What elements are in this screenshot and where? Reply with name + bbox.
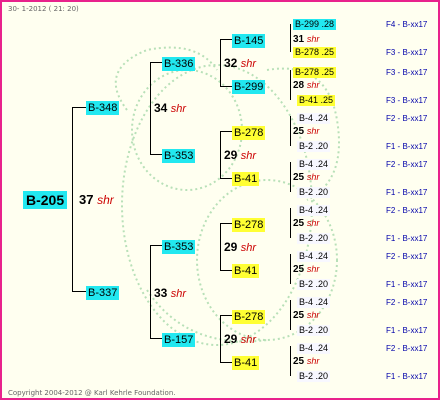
queen-gen3[interactable]: B-278 — [232, 218, 266, 232]
queen-gen4[interactable]: B-2 .20 — [297, 279, 331, 290]
connector — [150, 338, 162, 339]
connector — [290, 70, 291, 100]
connector — [220, 270, 232, 271]
connector — [72, 107, 86, 108]
queen-gen4[interactable]: B-278 .25 — [293, 47, 337, 58]
gen2-score: 29 shr — [224, 332, 256, 346]
queen-gen4[interactable]: B-4 .24 — [297, 159, 331, 170]
queen-root[interactable]: B-205 — [23, 191, 68, 209]
generation-code: F2 - B-xx17 — [386, 160, 428, 169]
connector — [72, 291, 86, 292]
queen-gen2[interactable]: B-336 — [162, 57, 196, 71]
connector — [220, 39, 232, 40]
gen3-score: 31 shr — [293, 34, 320, 45]
gen2-score: 29 shr — [224, 148, 256, 162]
queen-gen3[interactable]: B-41 — [232, 264, 260, 278]
queen-gen3[interactable]: B-299 — [232, 80, 266, 94]
queen-gen4[interactable]: B-2 .20 — [297, 233, 331, 244]
gen1-bottom-score: 33 shr — [154, 286, 186, 300]
connector — [150, 245, 162, 246]
queen-gen4[interactable]: B-4 .24 — [297, 343, 331, 354]
generation-code: F1 - B-xx17 — [386, 326, 428, 335]
queen-gen4[interactable]: B-2 .20 — [297, 371, 331, 382]
queen-gen4[interactable]: B-4 .24 — [297, 113, 331, 124]
generation-code: F1 - B-xx17 — [386, 142, 428, 151]
connector — [290, 300, 291, 330]
generation-code: F1 - B-xx17 — [386, 188, 428, 197]
connector — [220, 86, 232, 87]
connector — [290, 346, 291, 376]
queen-gen4[interactable]: B-4 .24 — [297, 205, 331, 216]
generation-code: F4 - B-xx17 — [386, 20, 428, 29]
connector — [220, 131, 221, 178]
connector — [220, 131, 232, 132]
gen1-top-score: 34 shr — [154, 101, 186, 115]
connector — [290, 24, 291, 52]
queen-gen4[interactable]: B-2 .20 — [297, 141, 331, 152]
gen3-score: 25 shr — [293, 218, 320, 229]
queen-gen1-top[interactable]: B-348 — [86, 101, 120, 115]
queen-gen4[interactable]: B-41 .25 — [297, 95, 336, 106]
queen-gen2[interactable]: B-157 — [162, 333, 196, 347]
connector — [220, 315, 221, 362]
gen2-score: 29 shr — [224, 240, 256, 254]
connector — [290, 116, 291, 146]
copyright: Copyright 2004-2012 @ Karl Kehrle Founda… — [8, 389, 176, 397]
generation-code: F1 - B-xx17 — [386, 234, 428, 243]
connector — [220, 39, 221, 86]
generation-code: F2 - B-xx17 — [386, 344, 428, 353]
generation-code: F2 - B-xx17 — [386, 114, 428, 123]
queen-gen4[interactable]: B-4 .24 — [297, 251, 331, 262]
queen-gen3[interactable]: B-278 — [232, 310, 266, 324]
generation-code: F2 - B-xx17 — [386, 252, 428, 261]
generation-code: F1 - B-xx17 — [386, 372, 428, 381]
queen-gen3[interactable]: B-145 — [232, 34, 266, 48]
queen-gen4[interactable]: B-2 .20 — [297, 187, 331, 198]
generation-code: F3 - B-xx17 — [386, 48, 428, 57]
gen3-score: 25 shr — [293, 264, 320, 275]
report-date: 30- 1-2012 ( 21: 20) — [8, 5, 79, 13]
queen-gen3[interactable]: B-41 — [232, 356, 260, 370]
gen3-score: 25 shr — [293, 356, 320, 367]
gen3-score: 25 shr — [293, 126, 320, 137]
connector — [290, 208, 291, 238]
connector — [290, 254, 291, 284]
queen-gen4[interactable]: B-299 .28 — [293, 19, 337, 30]
gen3-score: 25 shr — [293, 310, 320, 321]
connector — [220, 362, 232, 363]
connector — [150, 62, 151, 154]
gen3-score: 28 shr — [293, 80, 320, 91]
connector — [150, 62, 162, 63]
connector — [220, 315, 232, 316]
connector — [220, 178, 232, 179]
gen2-score: 32 shr — [224, 56, 256, 70]
queen-gen4[interactable]: B-278 .25 — [293, 67, 337, 78]
generation-code: F3 - B-xx17 — [386, 68, 428, 77]
generation-code: F2 - B-xx17 — [386, 206, 428, 215]
connector — [220, 223, 232, 224]
connector — [150, 245, 151, 338]
gen3-score: 25 shr — [293, 172, 320, 183]
queen-gen1-bottom[interactable]: B-337 — [86, 286, 120, 300]
queen-gen3[interactable]: B-278 — [232, 126, 266, 140]
queen-gen3[interactable]: B-41 — [232, 172, 260, 186]
generation-code: F3 - B-xx17 — [386, 96, 428, 105]
connector — [220, 223, 221, 270]
queen-gen2[interactable]: B-353 — [162, 149, 196, 163]
queen-gen4[interactable]: B-2 .20 — [297, 325, 331, 336]
connector — [72, 107, 73, 291]
root-score: 37 shr — [79, 192, 114, 207]
pedigree-frame: 30- 1-2012 ( 21: 20) B-205 37 shr B-348 … — [0, 0, 440, 400]
queen-gen2[interactable]: B-353 — [162, 240, 196, 254]
generation-code: F1 - B-xx17 — [386, 280, 428, 289]
queen-gen4[interactable]: B-4 .24 — [297, 297, 331, 308]
connector — [150, 154, 162, 155]
connector — [290, 162, 291, 192]
generation-code: F2 - B-xx17 — [386, 298, 428, 307]
